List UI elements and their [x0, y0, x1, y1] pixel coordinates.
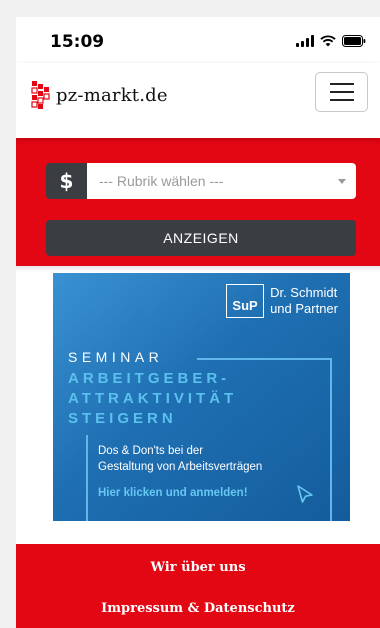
show-button[interactable]: ANZEIGEN — [46, 220, 356, 256]
chevron-down-icon — [338, 178, 346, 184]
ad-seminar-label: SEMINAR — [68, 349, 164, 365]
cursor-icon — [297, 485, 313, 503]
phone-screen: 15:09 pz-markt.de $ --- Rubrik wählen --… — [16, 17, 380, 628]
status-icons — [296, 34, 366, 47]
ad-cta-link[interactable]: Hier klicken und anmelden! — [98, 487, 248, 499]
status-bar: 15:09 — [16, 17, 380, 63]
hamburger-icon — [329, 83, 354, 85]
ad-headline-line-3: STEIGERN — [68, 410, 177, 427]
battery-icon — [342, 34, 366, 47]
rubrik-select-group: $ --- Rubrik wählen --- — [46, 163, 356, 199]
ad-brand: SuP Dr. Schmidt und Partner — [226, 284, 338, 318]
ad-decor-line — [86, 435, 88, 521]
site-logo[interactable]: pz-markt.de — [30, 81, 168, 109]
status-time: 15:09 — [50, 32, 105, 52]
rubrik-select[interactable]: --- Rubrik wählen --- — [87, 163, 356, 199]
ad-headline-line-2: ATTRAKTIVITÄT — [68, 390, 238, 407]
ad-headline-line-1: ARBEITGEBER- — [68, 370, 231, 387]
ad-brand-line-2: und Partner — [270, 301, 338, 316]
signal-icon — [296, 34, 314, 47]
ad-banner[interactable]: SuP Dr. Schmidt und Partner SEMINAR ARBE… — [53, 273, 350, 521]
search-panel: $ --- Rubrik wählen --- ANZEIGEN — [16, 138, 380, 266]
site-header: pz-markt.de — [16, 63, 380, 138]
pz-markt-logo-icon — [31, 81, 50, 109]
wifi-icon — [320, 34, 336, 46]
ad-brand-line-1: Dr. Schmidt — [270, 285, 338, 300]
dollar-icon: $ — [46, 163, 87, 199]
ad-decor-line — [197, 358, 330, 360]
footer-link-about[interactable]: Wir über uns — [16, 560, 380, 575]
logo-text: pz-markt.de — [56, 84, 168, 106]
ad-subtitle-line-1: Dos & Don'ts bei der — [98, 445, 204, 457]
menu-toggle-button[interactable] — [315, 72, 368, 112]
divider — [16, 266, 380, 272]
ad-headline: ARBEITGEBER- ATTRAKTIVITÄT STEIGERN — [68, 369, 237, 429]
rubrik-placeholder: --- Rubrik wählen --- — [99, 173, 224, 189]
sup-logo: SuP — [226, 284, 265, 318]
site-footer: Wir über uns Impressum & Datenschutz — [16, 544, 380, 628]
ad-decor-line — [330, 358, 332, 521]
ad-subtitle: Dos & Don'ts bei der Gestaltung von Arbe… — [98, 443, 262, 475]
ad-subtitle-line-2: Gestaltung von Arbeitsverträgen — [98, 461, 263, 473]
footer-link-imprint[interactable]: Impressum & Datenschutz — [16, 601, 380, 616]
